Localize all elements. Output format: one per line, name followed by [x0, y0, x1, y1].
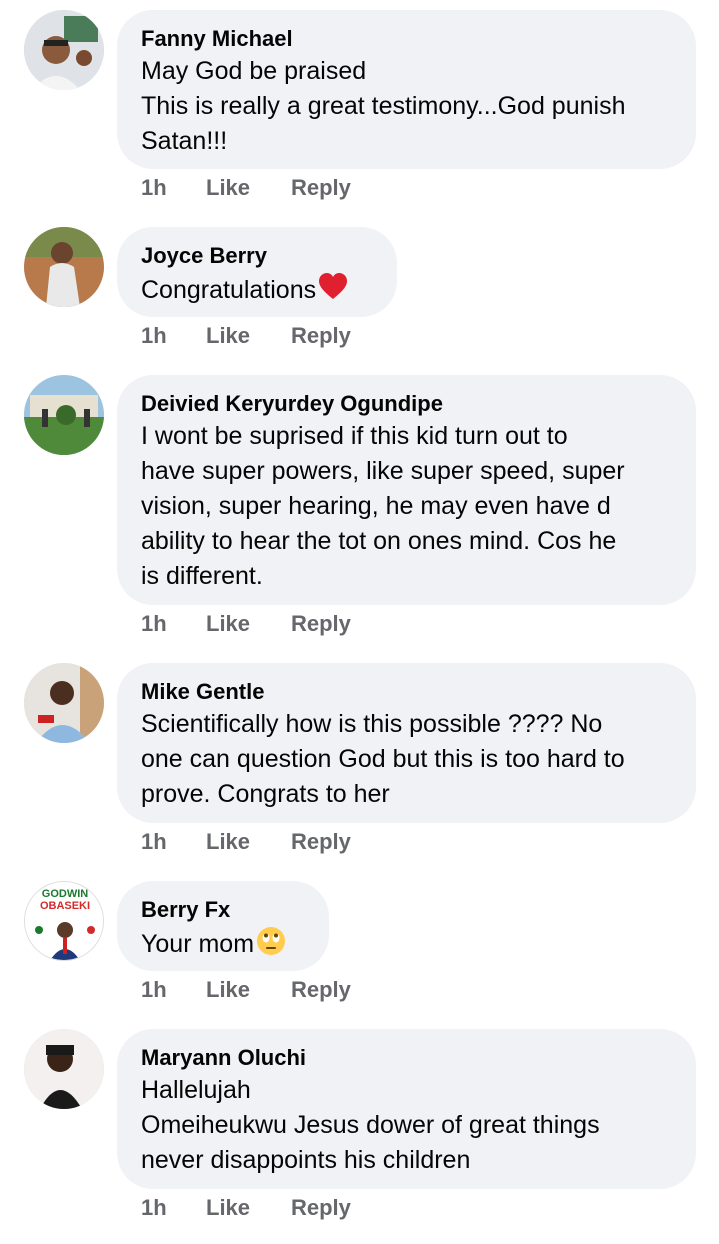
comment-bubble: Maryann Oluchi Hallelujah Omeiheukwu Jes…	[117, 1029, 696, 1189]
avatar-text: GODWIN	[42, 888, 88, 900]
like-button[interactable]: Like	[206, 609, 291, 639]
comment-timestamp[interactable]: 1h	[141, 1193, 206, 1223]
comment-timestamp[interactable]: 1h	[141, 609, 206, 639]
comment-text: vision, super hearing, he may even have …	[141, 492, 611, 520]
comment-text: have super powers, like super speed, sup…	[141, 457, 625, 485]
comment-text: May God be praised	[141, 57, 367, 85]
comment-text-content: Congratulations	[141, 276, 317, 304]
comment-text: Satan!!!	[141, 127, 228, 155]
reply-button[interactable]: Reply	[291, 173, 351, 203]
red-heart-icon	[317, 271, 349, 303]
reply-button[interactable]: Reply	[291, 827, 351, 857]
avatar[interactable]	[24, 663, 104, 743]
comment-author[interactable]: Fanny Michael	[141, 24, 672, 54]
comment-bubble: Joyce Berry Congratulations	[117, 227, 397, 317]
comment-timestamp[interactable]: 1h	[141, 827, 206, 857]
comment-author[interactable]: Joyce Berry	[141, 241, 373, 271]
reply-button[interactable]: Reply	[291, 609, 351, 639]
comment-text: Your mom	[141, 925, 305, 962]
comment-bubble: Fanny Michael May God be praised This is…	[117, 10, 696, 169]
comment-text: Hallelujah	[141, 1076, 251, 1104]
comments-list: Fanny Michael May God be praised This is…	[0, 0, 719, 1244]
comment-text: Scientifically how is this possible ????…	[141, 710, 603, 738]
comment-timestamp[interactable]: 1h	[141, 321, 206, 351]
comment-text: ability to hear the tot on ones mind. Co…	[141, 527, 617, 555]
comment-author[interactable]: Mike Gentle	[141, 677, 672, 707]
like-button[interactable]: Like	[206, 173, 291, 203]
comment-text-content: Your mom	[141, 930, 255, 958]
reply-button[interactable]: Reply	[291, 321, 351, 351]
comment-actions: 1h Like Reply	[141, 975, 351, 1005]
comment-actions: 1h Like Reply	[141, 609, 351, 639]
comment-author[interactable]: Maryann Oluchi	[141, 1043, 672, 1073]
eye-roll-face-icon	[255, 925, 287, 957]
avatar[interactable]: GODWIN OBASEKI	[24, 881, 104, 961]
comment-text: prove. Congrats to her	[141, 780, 390, 808]
comment-author[interactable]: Berry Fx	[141, 895, 305, 925]
avatar[interactable]	[24, 375, 104, 455]
avatar-text: OBASEKI	[40, 900, 90, 912]
comment-author[interactable]: Deivied Keryurdey Ogundipe	[141, 389, 672, 419]
avatar[interactable]	[24, 1029, 104, 1109]
comment-text: I wont be suprised if this kid turn out …	[141, 422, 568, 450]
comment-bubble: Berry Fx Your mom	[117, 881, 329, 971]
comment-text: never disappoints his children	[141, 1146, 471, 1174]
comment-actions: 1h Like Reply	[141, 173, 351, 203]
like-button[interactable]: Like	[206, 321, 291, 351]
comment-actions: 1h Like Reply	[141, 1193, 351, 1223]
avatar[interactable]	[24, 10, 104, 90]
comment-text: Congratulations	[141, 271, 373, 308]
comment-bubble: Deivied Keryurdey Ogundipe I wont be sup…	[117, 375, 696, 605]
comment-actions: 1h Like Reply	[141, 827, 351, 857]
like-button[interactable]: Like	[206, 1193, 291, 1223]
avatar[interactable]	[24, 227, 104, 307]
reply-button[interactable]: Reply	[291, 1193, 351, 1223]
comment-text: Omeiheukwu Jesus dower of great things	[141, 1111, 600, 1139]
like-button[interactable]: Like	[206, 975, 291, 1005]
comment-timestamp[interactable]: 1h	[141, 173, 206, 203]
comment-timestamp[interactable]: 1h	[141, 975, 206, 1005]
comment-actions: 1h Like Reply	[141, 321, 351, 351]
comment-bubble: Mike Gentle Scientifically how is this p…	[117, 663, 696, 823]
reply-button[interactable]: Reply	[291, 975, 351, 1005]
comment-text: is different.	[141, 562, 263, 590]
comment-text: one can question God but this is too har…	[141, 745, 625, 773]
comment-text: This is really a great testimony...God p…	[141, 92, 626, 120]
like-button[interactable]: Like	[206, 827, 291, 857]
